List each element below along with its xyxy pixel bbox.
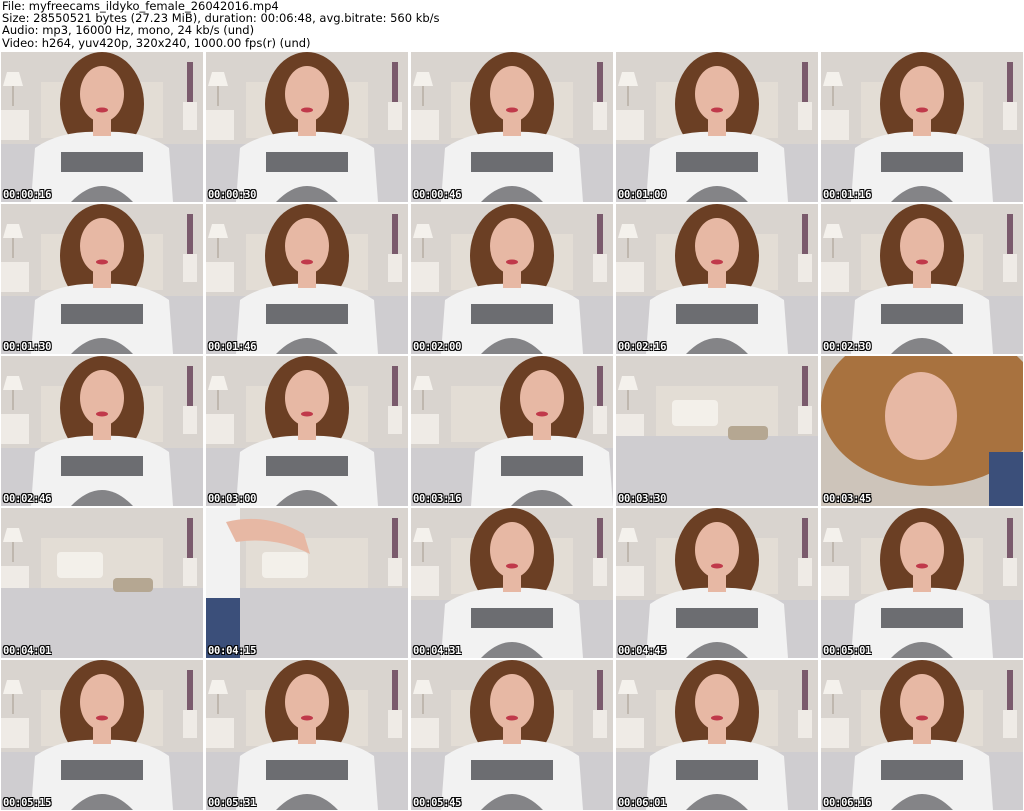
thumbnail-frame-image [1,660,203,810]
file-info-header: File: myfreecams_ildyko_female_26042016.… [2,0,1022,50]
video-thumbnail: 00:01:16 [821,52,1023,202]
thumbnail-frame-image [206,508,408,658]
thumbnail-frame-image [411,204,613,354]
thumbnail-frame-image [411,356,613,506]
thumbnail-timestamp: 00:04:15 [208,645,257,657]
thumbnail-frame-image [1,52,203,202]
thumbnail-frame-image [206,204,408,354]
video-thumbnail: 00:01:30 [1,204,203,354]
video-thumbnail: 00:05:31 [206,660,408,810]
thumbnail-frame-image [821,204,1023,354]
video-thumbnail: 00:03:16 [411,356,613,506]
video-info-line: Video: h264, yuv420p, 320x240, 1000.00 f… [2,35,311,50]
video-thumbnail: 00:02:16 [616,204,818,354]
thumbnail-frame-image [206,356,408,506]
video-thumbnail: 00:05:15 [1,660,203,810]
video-thumbnail: 00:04:01 [1,508,203,658]
thumbnail-timestamp: 00:05:15 [3,797,52,809]
thumbnail-frame-image [616,356,818,506]
thumbnail-frame-image [1,356,203,506]
thumbnail-frame-image [616,508,818,658]
video-thumbnail: 00:00:30 [206,52,408,202]
thumbnail-frame-image [821,52,1023,202]
thumbnail-timestamp: 00:04:31 [413,645,462,657]
thumbnail-frame-image [821,508,1023,658]
video-thumbnail: 00:01:00 [616,52,818,202]
thumbnail-timestamp: 00:06:01 [618,797,667,809]
thumbnail-timestamp: 00:03:30 [618,493,667,505]
thumbnail-timestamp: 00:00:46 [413,189,462,201]
video-thumbnail: 00:04:31 [411,508,613,658]
video-thumbnail: 00:01:46 [206,204,408,354]
thumbnail-frame-image [1,508,203,658]
thumbnail-frame-image [1,204,203,354]
video-thumbnail: 00:02:00 [411,204,613,354]
video-thumbnail: 00:05:45 [411,660,613,810]
thumbnail-timestamp: 00:03:45 [823,493,872,505]
thumbnail-frame-image [616,660,818,810]
thumbnail-timestamp: 00:05:31 [208,797,257,809]
thumbnail-frame-image [411,660,613,810]
thumbnail-frame-image [411,52,613,202]
video-thumbnail: 00:02:46 [1,356,203,506]
video-thumbnail: 00:04:15 [206,508,408,658]
video-thumbnail: 00:06:01 [616,660,818,810]
thumbnail-timestamp: 00:06:16 [823,797,872,809]
thumbnail-frame-image [821,356,1023,506]
thumbnail-frame-image [616,52,818,202]
thumbnail-frame-image [206,660,408,810]
thumbnail-timestamp: 00:01:46 [208,341,257,353]
thumbnail-frame-image [616,204,818,354]
video-thumbnail: 00:04:45 [616,508,818,658]
video-thumbnail: 00:02:30 [821,204,1023,354]
audio-info-line: Audio: mp3, 16000 Hz, mono, 24 kb/s (und… [2,23,255,38]
thumbnail-frame-image [821,660,1023,810]
video-thumbnail: 00:03:30 [616,356,818,506]
video-thumbnail: 00:00:16 [1,52,203,202]
thumbnail-timestamp: 00:05:45 [413,797,462,809]
thumbnail-timestamp: 00:02:16 [618,341,667,353]
thumbnail-timestamp: 00:00:16 [3,189,52,201]
thumbnail-timestamp: 00:02:46 [3,493,52,505]
thumbnail-timestamp: 00:04:01 [3,645,52,657]
thumbnail-frame-image [206,52,408,202]
video-thumbnail: 00:05:01 [821,508,1023,658]
thumbnail-timestamp: 00:02:00 [413,341,462,353]
thumbnail-frame-image [411,508,613,658]
video-thumbnail: 00:06:16 [821,660,1023,810]
thumbnail-timestamp: 00:04:45 [618,645,667,657]
video-thumbnail: 00:03:00 [206,356,408,506]
thumbnail-timestamp: 00:05:01 [823,645,872,657]
thumbnail-timestamp: 00:01:16 [823,189,872,201]
thumbnail-timestamp: 00:01:30 [3,341,52,353]
video-thumbnail: 00:00:46 [411,52,613,202]
thumbnail-timestamp: 00:02:30 [823,341,872,353]
thumbnail-timestamp: 00:03:16 [413,493,462,505]
thumbnail-timestamp: 00:01:00 [618,189,667,201]
thumbnail-timestamp: 00:03:00 [208,493,257,505]
thumbnail-grid: 00:00:16 00:00:30 00:00:46 00:01:00 00:01:16… [0,51,1024,811]
thumbnail-timestamp: 00:00:30 [208,189,257,201]
video-thumbnail: 00:03:45 [821,356,1023,506]
